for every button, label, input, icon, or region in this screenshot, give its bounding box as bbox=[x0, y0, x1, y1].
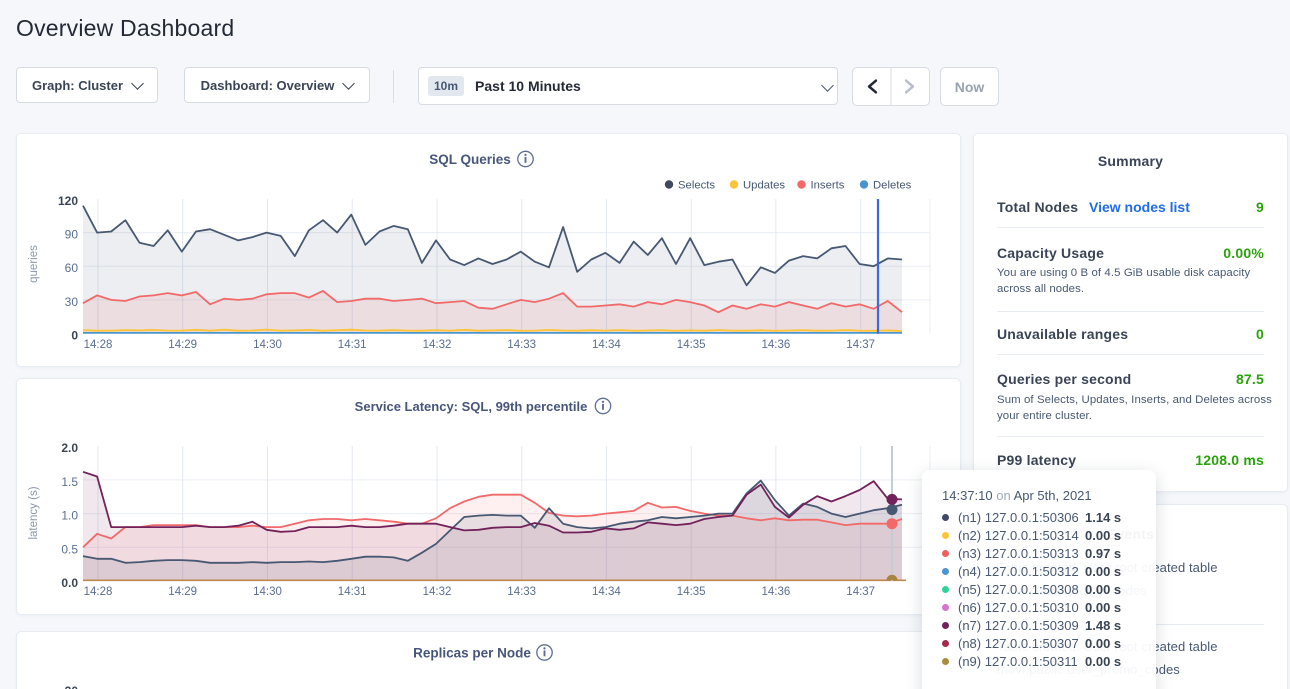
svg-text:14:28: 14:28 bbox=[84, 339, 113, 351]
svg-text:Selects: Selects bbox=[678, 180, 715, 192]
svg-text:14:28: 14:28 bbox=[84, 586, 113, 598]
svg-text:SQL Queries: SQL Queries bbox=[429, 152, 511, 167]
svg-text:0.0: 0.0 bbox=[61, 576, 78, 590]
svg-text:14:33: 14:33 bbox=[507, 339, 536, 351]
svg-text:1.0: 1.0 bbox=[61, 509, 78, 523]
svg-text:14:36: 14:36 bbox=[762, 586, 791, 598]
svg-text:Service Latency: SQL, 99th per: Service Latency: SQL, 99th percentile bbox=[355, 399, 588, 414]
svg-text:14:36: 14:36 bbox=[762, 339, 791, 351]
svg-text:2.0: 2.0 bbox=[61, 441, 78, 455]
svg-text:14:30: 14:30 bbox=[253, 586, 282, 598]
svg-text:queries: queries bbox=[28, 245, 40, 283]
svg-text:14:30: 14:30 bbox=[253, 339, 282, 351]
svg-text:120: 120 bbox=[58, 194, 78, 208]
svg-text:14:35: 14:35 bbox=[677, 586, 706, 598]
svg-text:14:31: 14:31 bbox=[338, 339, 367, 351]
svg-text:14:37: 14:37 bbox=[846, 586, 875, 598]
svg-text:Deletes: Deletes bbox=[873, 180, 912, 192]
svg-text:60: 60 bbox=[65, 261, 79, 275]
svg-text:Updates: Updates bbox=[743, 180, 785, 192]
svg-text:14:32: 14:32 bbox=[423, 586, 452, 598]
svg-text:14:35: 14:35 bbox=[677, 339, 706, 351]
svg-text:latency (s): latency (s) bbox=[28, 486, 40, 539]
svg-text:90: 90 bbox=[65, 228, 79, 242]
svg-text:Inserts: Inserts bbox=[811, 180, 845, 192]
svg-text:30: 30 bbox=[65, 295, 79, 309]
svg-text:30: 30 bbox=[65, 684, 79, 689]
svg-text:0.5: 0.5 bbox=[61, 542, 78, 556]
svg-text:Replicas per Node: Replicas per Node bbox=[413, 646, 531, 661]
svg-text:14:32: 14:32 bbox=[423, 339, 452, 351]
svg-text:14:31: 14:31 bbox=[338, 586, 367, 598]
svg-text:14:37: 14:37 bbox=[846, 339, 875, 351]
svg-text:14:29: 14:29 bbox=[168, 339, 197, 351]
svg-text:14:33: 14:33 bbox=[507, 586, 536, 598]
svg-text:14:34: 14:34 bbox=[592, 586, 621, 598]
svg-text:0: 0 bbox=[71, 329, 78, 343]
svg-text:14:34: 14:34 bbox=[592, 339, 621, 351]
svg-text:14:29: 14:29 bbox=[168, 586, 197, 598]
svg-text:1.5: 1.5 bbox=[61, 475, 78, 489]
